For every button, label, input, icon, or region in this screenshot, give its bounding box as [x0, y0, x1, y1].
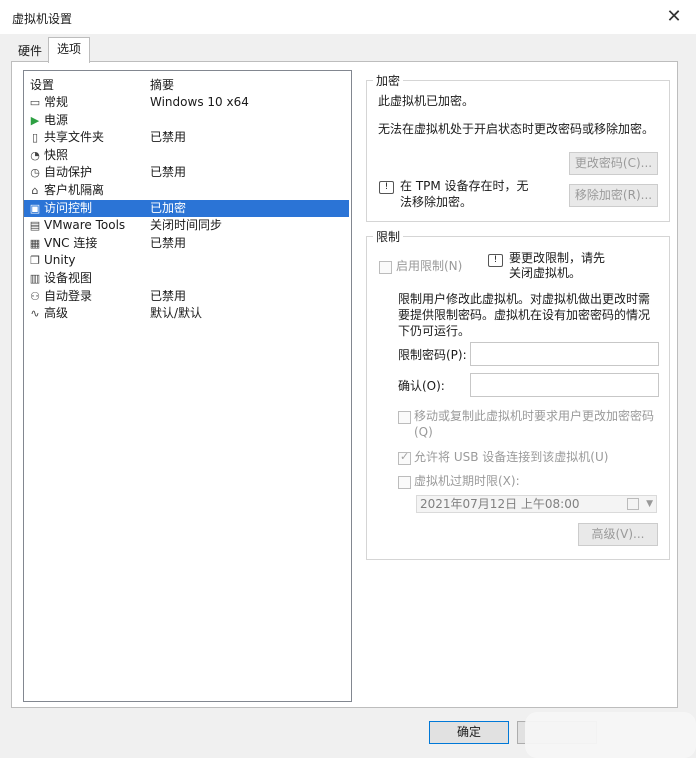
vmware-tools-icon: ▤ [29, 219, 41, 233]
restrictions-group-title: 限制 [373, 228, 404, 245]
info-icon: ! [488, 254, 503, 267]
change-password-button[interactable]: 更改密码(C)... [569, 152, 658, 175]
expire-label[interactable]: 虚拟机过期时限(X): [414, 473, 520, 490]
settings-row-label: 自动登录 [44, 288, 93, 303]
settings-row-label: 常规 [44, 95, 69, 109]
settings-row[interactable]: ▦ VNC 连接 已禁用 [24, 235, 349, 252]
settings-row-summary: Windows 10 x64 [150, 95, 249, 109]
restrictions-hint-line2: 关闭虚拟机。 [509, 266, 582, 280]
settings-row[interactable]: ⚇ 自动登录 已禁用 [24, 288, 349, 305]
column-header-summary[interactable]: 摘要 [150, 76, 174, 93]
encryption-note: 无法在虚拟机处于开启状态时更改密码或移除加密。 [378, 122, 655, 136]
settings-row-label: VNC 连接 [44, 235, 98, 250]
appliance-view-icon: ▥ [29, 272, 41, 285]
settings-row-summary: 已禁用 [150, 288, 187, 303]
settings-row-label: Unity [44, 253, 76, 268]
settings-row-summary: 已禁用 [150, 165, 187, 180]
expire-checkbox[interactable] [398, 476, 411, 489]
settings-row-label: 高级 [44, 306, 69, 321]
window-title: 虚拟机设置 [12, 12, 73, 26]
unity-icon: ❐ [30, 254, 40, 268]
chevron-down-icon[interactable]: ▼ [646, 496, 653, 512]
enable-restrictions-label[interactable]: 启用限制(N) [396, 258, 462, 275]
enable-restrictions-checkbox[interactable] [379, 261, 392, 274]
settings-row[interactable]: ❐ Unity [24, 252, 349, 269]
autoprotect-icon: ◷ [30, 166, 40, 180]
vnc-icon: ▦ [29, 236, 41, 250]
title-bar: 虚拟机设置 ✕ [0, 0, 696, 34]
restriction-password-label: 限制密码(P): [398, 348, 467, 362]
settings-row-label: 客户机隔离 [44, 183, 105, 197]
tab-hardware[interactable]: 硬件 [12, 40, 48, 62]
restrictions-group: 限制 启用限制(N) ! 要更改限制，请先 关闭虚拟机。 限制用户修改此虚拟机。… [366, 228, 670, 560]
settings-row[interactable]: ▤ VMware Tools 关闭时间同步 [24, 217, 349, 234]
guest-isolation-icon: ⌂ [31, 184, 39, 197]
encryption-group-title: 加密 [373, 72, 404, 89]
settings-row-label: 设备视图 [44, 271, 93, 285]
close-icon[interactable]: ✕ [662, 5, 686, 29]
power-icon: ▶ [30, 113, 40, 127]
general-icon: ▭ [29, 96, 41, 109]
confirm-password-field[interactable] [470, 373, 659, 397]
allow-usb-label[interactable]: 允许将 USB 设备连接到该虚拟机(U) [414, 449, 608, 466]
settings-row-summary: 关闭时间同步 [150, 218, 223, 233]
encryption-group: 加密 此虚拟机已加密。 无法在虚拟机处于开启状态时更改密码或移除加密。 更改密码… [366, 72, 670, 222]
obscured-region [525, 712, 696, 758]
settings-row[interactable]: ▣ 访问控制 已加密 [24, 199, 349, 217]
tab-options[interactable]: 选项 [48, 37, 91, 63]
settings-row[interactable]: ▯ 共享文件夹 已禁用 [24, 129, 349, 146]
require-change-password-label-line2[interactable]: (Q) [414, 424, 433, 441]
remove-encryption-button[interactable]: 移除加密(R)... [569, 184, 658, 207]
settings-row[interactable]: ⌂ 客户机隔离 [24, 182, 349, 199]
advanced-icon: ∿ [30, 307, 40, 321]
snapshot-icon: ◔ [30, 148, 40, 162]
access-control-icon: ▣ [29, 201, 41, 215]
restrictions-description-line2: 要提供限制密码。虚拟机在设有加密密码的情况 [398, 308, 651, 322]
autologin-icon: ⚇ [30, 289, 40, 303]
settings-row[interactable]: ▭ 常规 Windows 10 x64 [24, 94, 349, 111]
restrictions-description-line1: 限制用户修改此虚拟机。对虚拟机做出更改时需 [398, 292, 651, 306]
ok-button[interactable]: 确定 [429, 721, 509, 744]
settings-row-label: 快照 [44, 147, 69, 162]
settings-row[interactable]: ◷ 自动保护 已禁用 [24, 164, 349, 181]
settings-row-label: 自动保护 [44, 165, 93, 180]
require-change-password-checkbox[interactable] [398, 411, 411, 424]
info-icon: ! [379, 181, 394, 194]
column-header-setting[interactable]: 设置 [30, 76, 54, 93]
restriction-password-field[interactable] [470, 342, 659, 366]
calendar-icon[interactable] [627, 498, 639, 510]
settings-row-label: 访问控制 [44, 200, 93, 215]
shared-folders-icon: ▯ [31, 131, 39, 145]
settings-row[interactable]: ▥ 设备视图 [24, 270, 349, 287]
settings-row-summary: 已加密 [150, 200, 187, 215]
settings-row-label: 电源 [44, 112, 69, 127]
restrictions-description-line3: 下仍可运行。 [398, 324, 471, 338]
settings-row-label: VMware Tools [44, 218, 126, 233]
allow-usb-checkbox[interactable] [398, 450, 411, 465]
expire-date-picker[interactable]: 2021年07月12日 上午08:00 ▼ [416, 495, 657, 513]
confirm-password-label: 确认(O): [398, 379, 445, 393]
tpm-note-line2: 法移除加密。 [400, 195, 473, 209]
encryption-status: 此虚拟机已加密。 [378, 94, 475, 108]
settings-row-label: 共享文件夹 [44, 130, 105, 145]
settings-row-summary: 已禁用 [150, 130, 187, 145]
settings-list[interactable]: 设置 摘要 ▭ 常规 Windows 10 x64 ▶ 电源 ▯ 共享文件夹 已禁用 ◔ 快照 ◷ 自… [23, 70, 352, 702]
settings-row[interactable]: ▶ 电源 [24, 112, 349, 129]
settings-row[interactable]: ◔ 快照 [24, 147, 349, 164]
require-change-password-label[interactable]: 移动或复制此虚拟机时要求用户更改加密密码 [414, 408, 654, 425]
settings-row-summary: 已禁用 [150, 235, 187, 250]
tpm-note-line1: 在 TPM 设备存在时，无 [400, 179, 529, 193]
settings-row[interactable]: ∿ 高级 默认/默认 [24, 305, 349, 322]
advanced-button[interactable]: 高级(V)... [578, 523, 658, 546]
expire-date-value: 2021年07月12日 上午08:00 [420, 497, 580, 511]
settings-row-summary: 默认/默认 [150, 306, 203, 321]
